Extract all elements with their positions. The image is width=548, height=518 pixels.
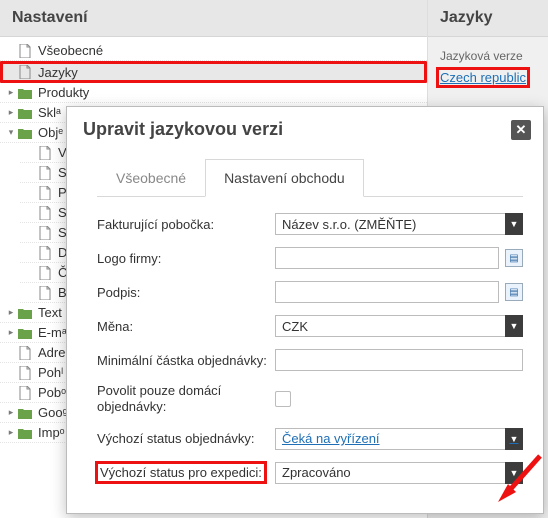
- folder-icon: [18, 106, 32, 120]
- checkbox-domestic-only[interactable]: [275, 391, 291, 407]
- browse-icon[interactable]: ▤: [505, 249, 523, 267]
- chevron-down-icon: ▼: [505, 213, 523, 235]
- modal-title: Upravit jazykovou verzi: [83, 119, 283, 140]
- side-subheading: Jazyková verze: [428, 37, 548, 67]
- nav-item-label: Impᵒ: [38, 425, 65, 440]
- expand-icon[interactable]: ▸: [6, 308, 16, 318]
- select-value: Název s.r.o. (ZMĚŇTE): [282, 217, 416, 232]
- tab-store-settings[interactable]: Nastavení obchodu: [205, 159, 364, 197]
- select-default-shipping-status[interactable]: Zpracováno ▼: [275, 462, 523, 484]
- nav-item-label: Všeobecné: [38, 43, 103, 58]
- select-value: CZK: [282, 319, 308, 334]
- label-default-shipping-status: Výchozí status pro expedici:: [97, 463, 275, 482]
- select-currency[interactable]: CZK ▼: [275, 315, 523, 337]
- language-link-czech[interactable]: Czech republic: [438, 69, 528, 86]
- chevron-down-icon: ▼: [505, 462, 523, 484]
- input-signature[interactable]: [275, 281, 499, 303]
- nav-header: Nastavení: [0, 0, 427, 37]
- expand-icon[interactable]: ▸: [6, 108, 16, 118]
- close-icon[interactable]: ✕: [511, 120, 531, 140]
- folder-icon: [18, 426, 32, 440]
- folder-icon: [18, 306, 32, 320]
- folder-icon: [18, 406, 32, 420]
- document-icon: [38, 266, 52, 280]
- expand-icon[interactable]: ▸: [6, 328, 16, 338]
- document-icon: [18, 65, 32, 79]
- document-icon: [18, 386, 32, 400]
- document-icon: [38, 206, 52, 220]
- chevron-down-icon: ▼: [505, 428, 523, 450]
- label-currency: Měna:: [97, 319, 275, 334]
- folder-icon: [18, 326, 32, 340]
- document-icon: [38, 286, 52, 300]
- nav-item-label: Produkty: [38, 85, 89, 100]
- document-icon: [38, 166, 52, 180]
- folder-icon: [18, 86, 32, 100]
- select-value: Čeká na vyřízení: [282, 431, 380, 446]
- label-min-order: Minimální částka objednávky:: [97, 353, 275, 368]
- nav-item-label: Jazyky: [38, 65, 78, 80]
- label-domestic-only: Povolit pouze domácí objednávky:: [97, 383, 275, 416]
- expand-icon[interactable]: ▸: [6, 428, 16, 438]
- select-value: Zpracováno: [282, 465, 351, 480]
- label-company-logo: Logo firmy:: [97, 251, 275, 266]
- chevron-down-icon: ▼: [505, 315, 523, 337]
- nav-item-label: Gooᵍ: [38, 405, 67, 420]
- collapse-icon[interactable]: ▾: [6, 128, 16, 138]
- expand-icon[interactable]: ▸: [6, 408, 16, 418]
- select-invoicing-branch[interactable]: Název s.r.o. (ZMĚŇTE) ▼: [275, 213, 523, 235]
- nav-item-label: Pobᵒ: [38, 385, 66, 400]
- nav-folder[interactable]: ▸ Produkty: [0, 83, 427, 103]
- label-signature: Podpis:: [97, 285, 275, 300]
- tab-general[interactable]: Všeobecné: [97, 159, 205, 197]
- nav-item-label: Objᵉ: [38, 125, 63, 140]
- nav-item-label: Text: [38, 305, 62, 320]
- document-icon: [18, 44, 32, 58]
- document-icon: [18, 346, 32, 360]
- browse-icon[interactable]: ▤: [505, 283, 523, 301]
- document-icon: [38, 246, 52, 260]
- expand-icon[interactable]: ▸: [6, 88, 16, 98]
- document-icon: [38, 186, 52, 200]
- select-default-order-status[interactable]: Čeká na vyřízení ▼: [275, 428, 523, 450]
- side-header: Jazyky: [428, 0, 548, 37]
- document-icon: [18, 366, 32, 380]
- nav-item-label: Pohˡ: [38, 365, 63, 380]
- nav-item-label: E-mᵃ: [38, 325, 67, 340]
- label-default-order-status: Výchozí status objednávky:: [97, 431, 275, 446]
- folder-icon: [18, 126, 32, 140]
- nav-item[interactable]: ▸Všeobecné: [0, 41, 427, 61]
- document-icon: [38, 146, 52, 160]
- nav-item-label: Sklᵃ: [38, 105, 61, 120]
- edit-language-modal: Upravit jazykovou verzi ✕ Všeobecné Nast…: [66, 106, 544, 514]
- label-invoicing-branch: Fakturující pobočka:: [97, 217, 275, 232]
- input-company-logo[interactable]: [275, 247, 499, 269]
- document-icon: [38, 226, 52, 240]
- nav-item[interactable]: ▸Jazyky: [0, 61, 427, 83]
- input-min-order[interactable]: [275, 349, 523, 371]
